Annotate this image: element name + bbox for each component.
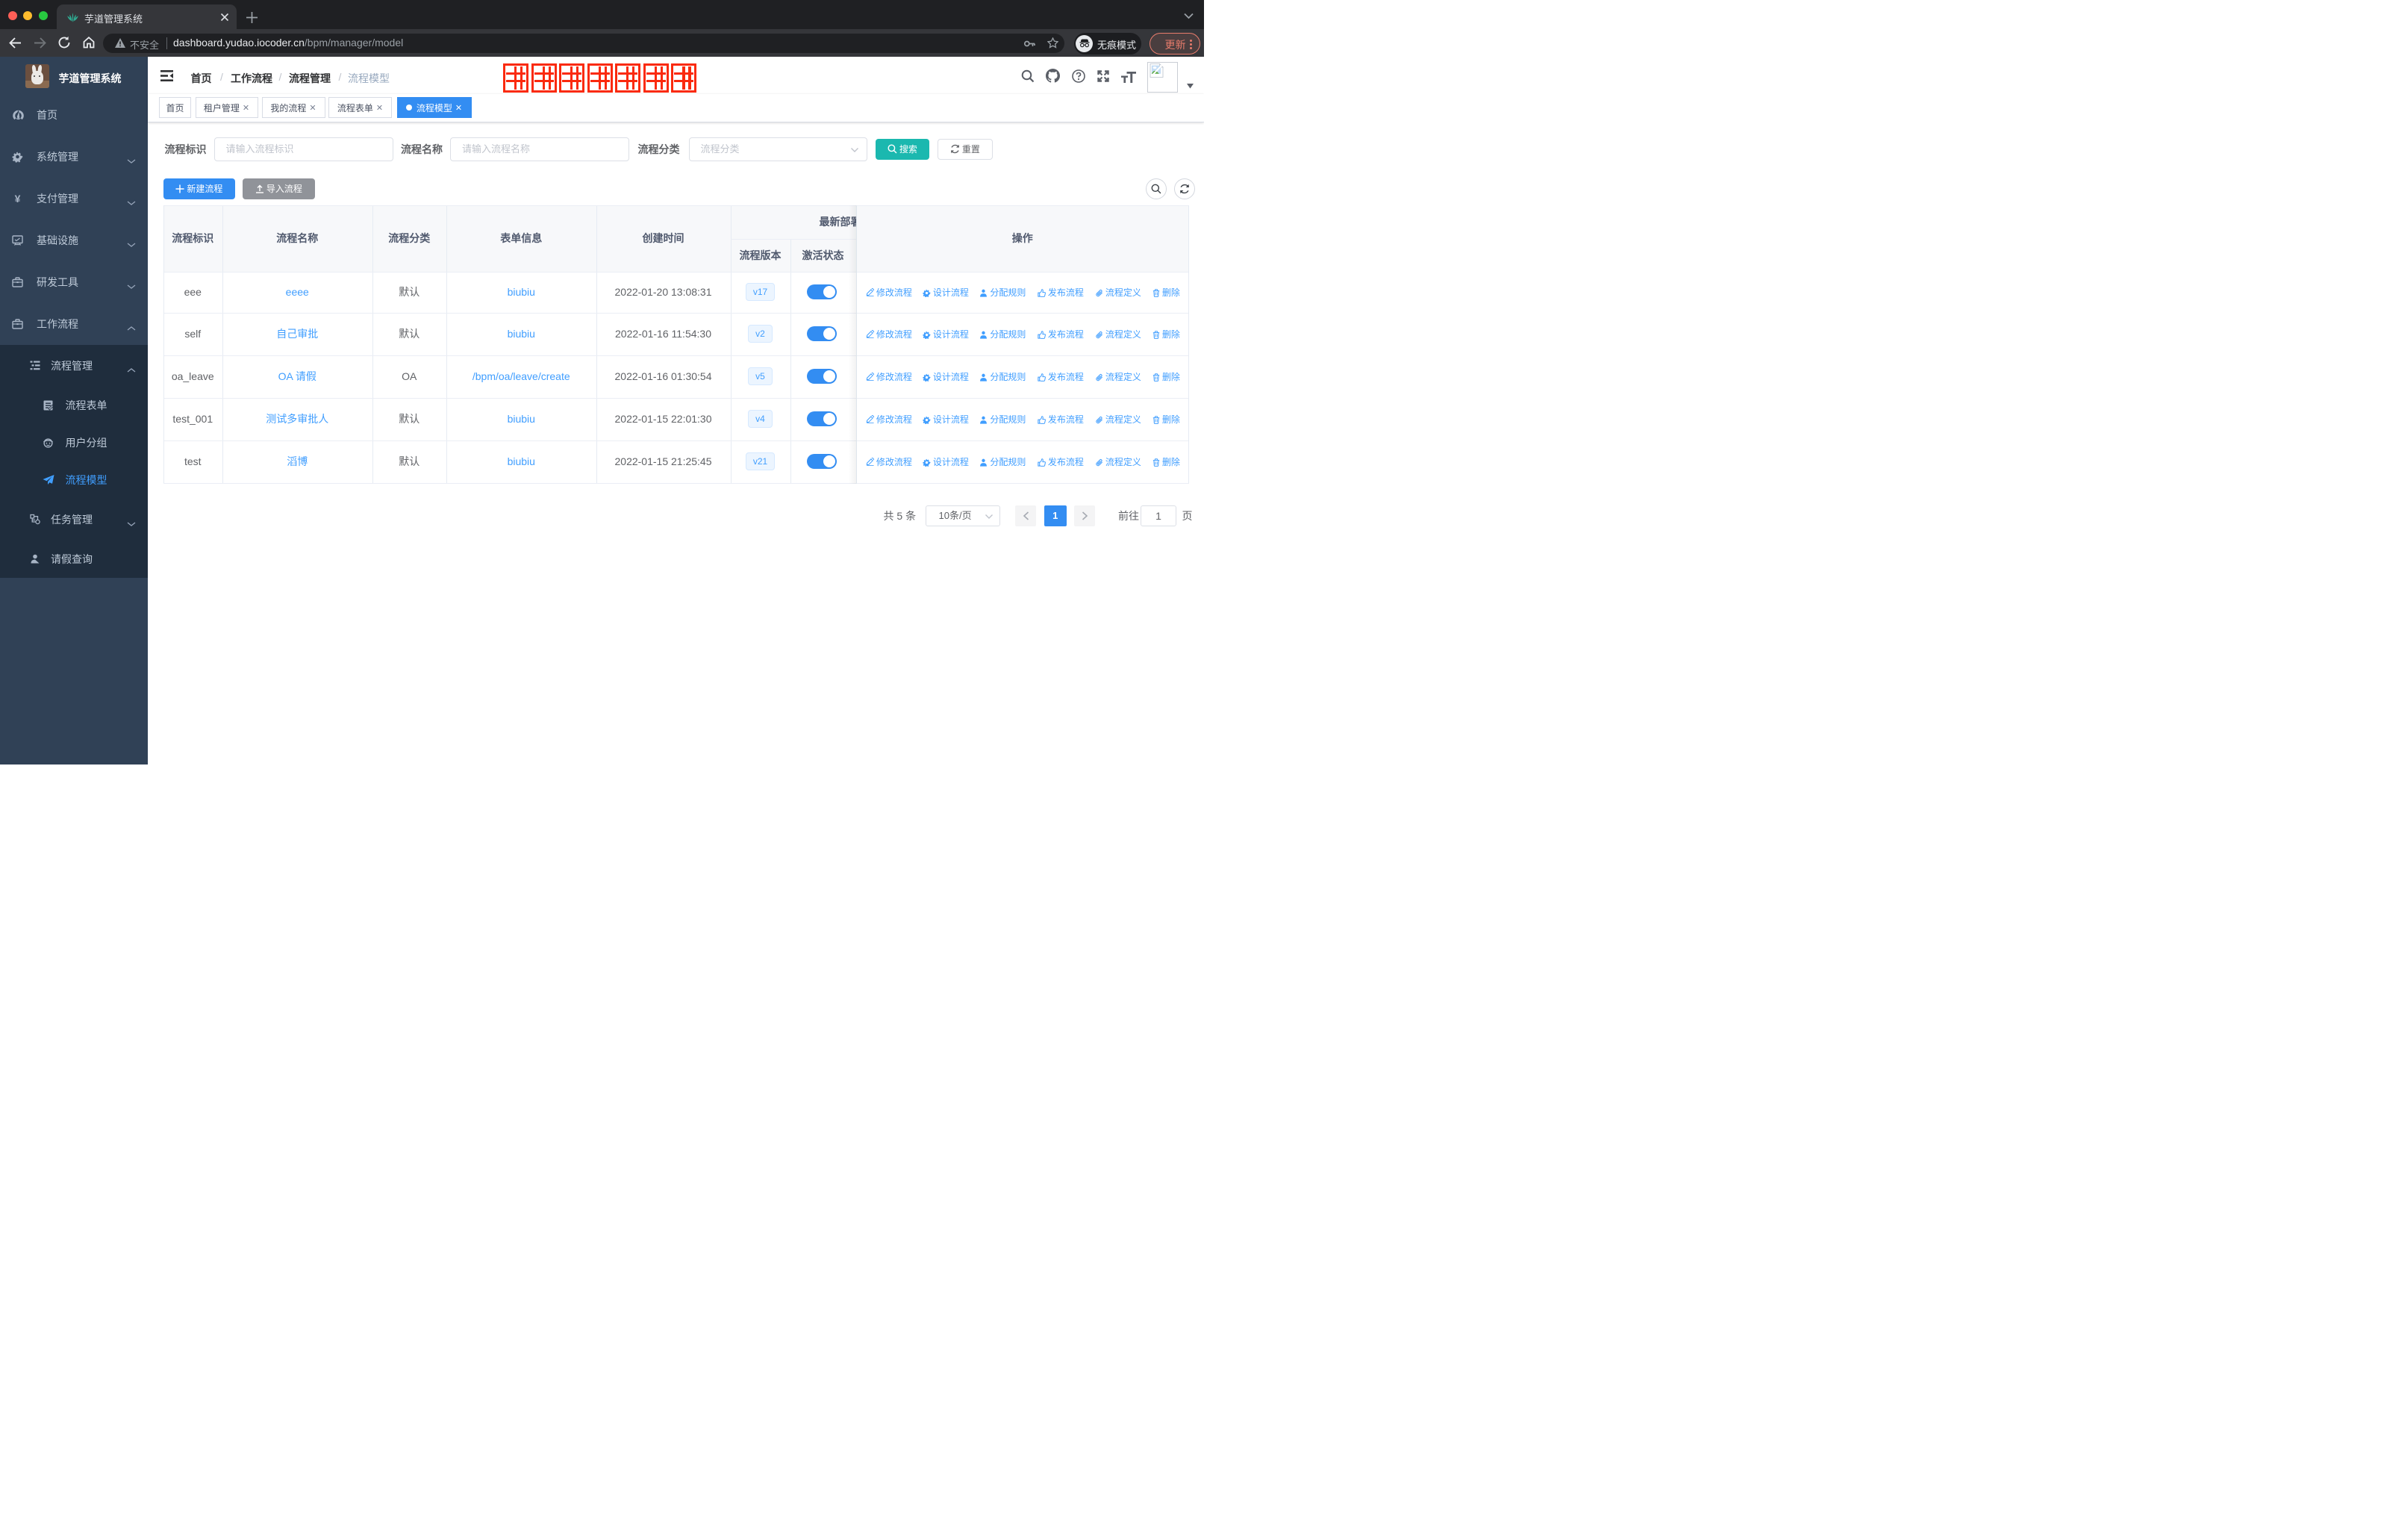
svg-text:¥: ¥ [15,193,21,205]
